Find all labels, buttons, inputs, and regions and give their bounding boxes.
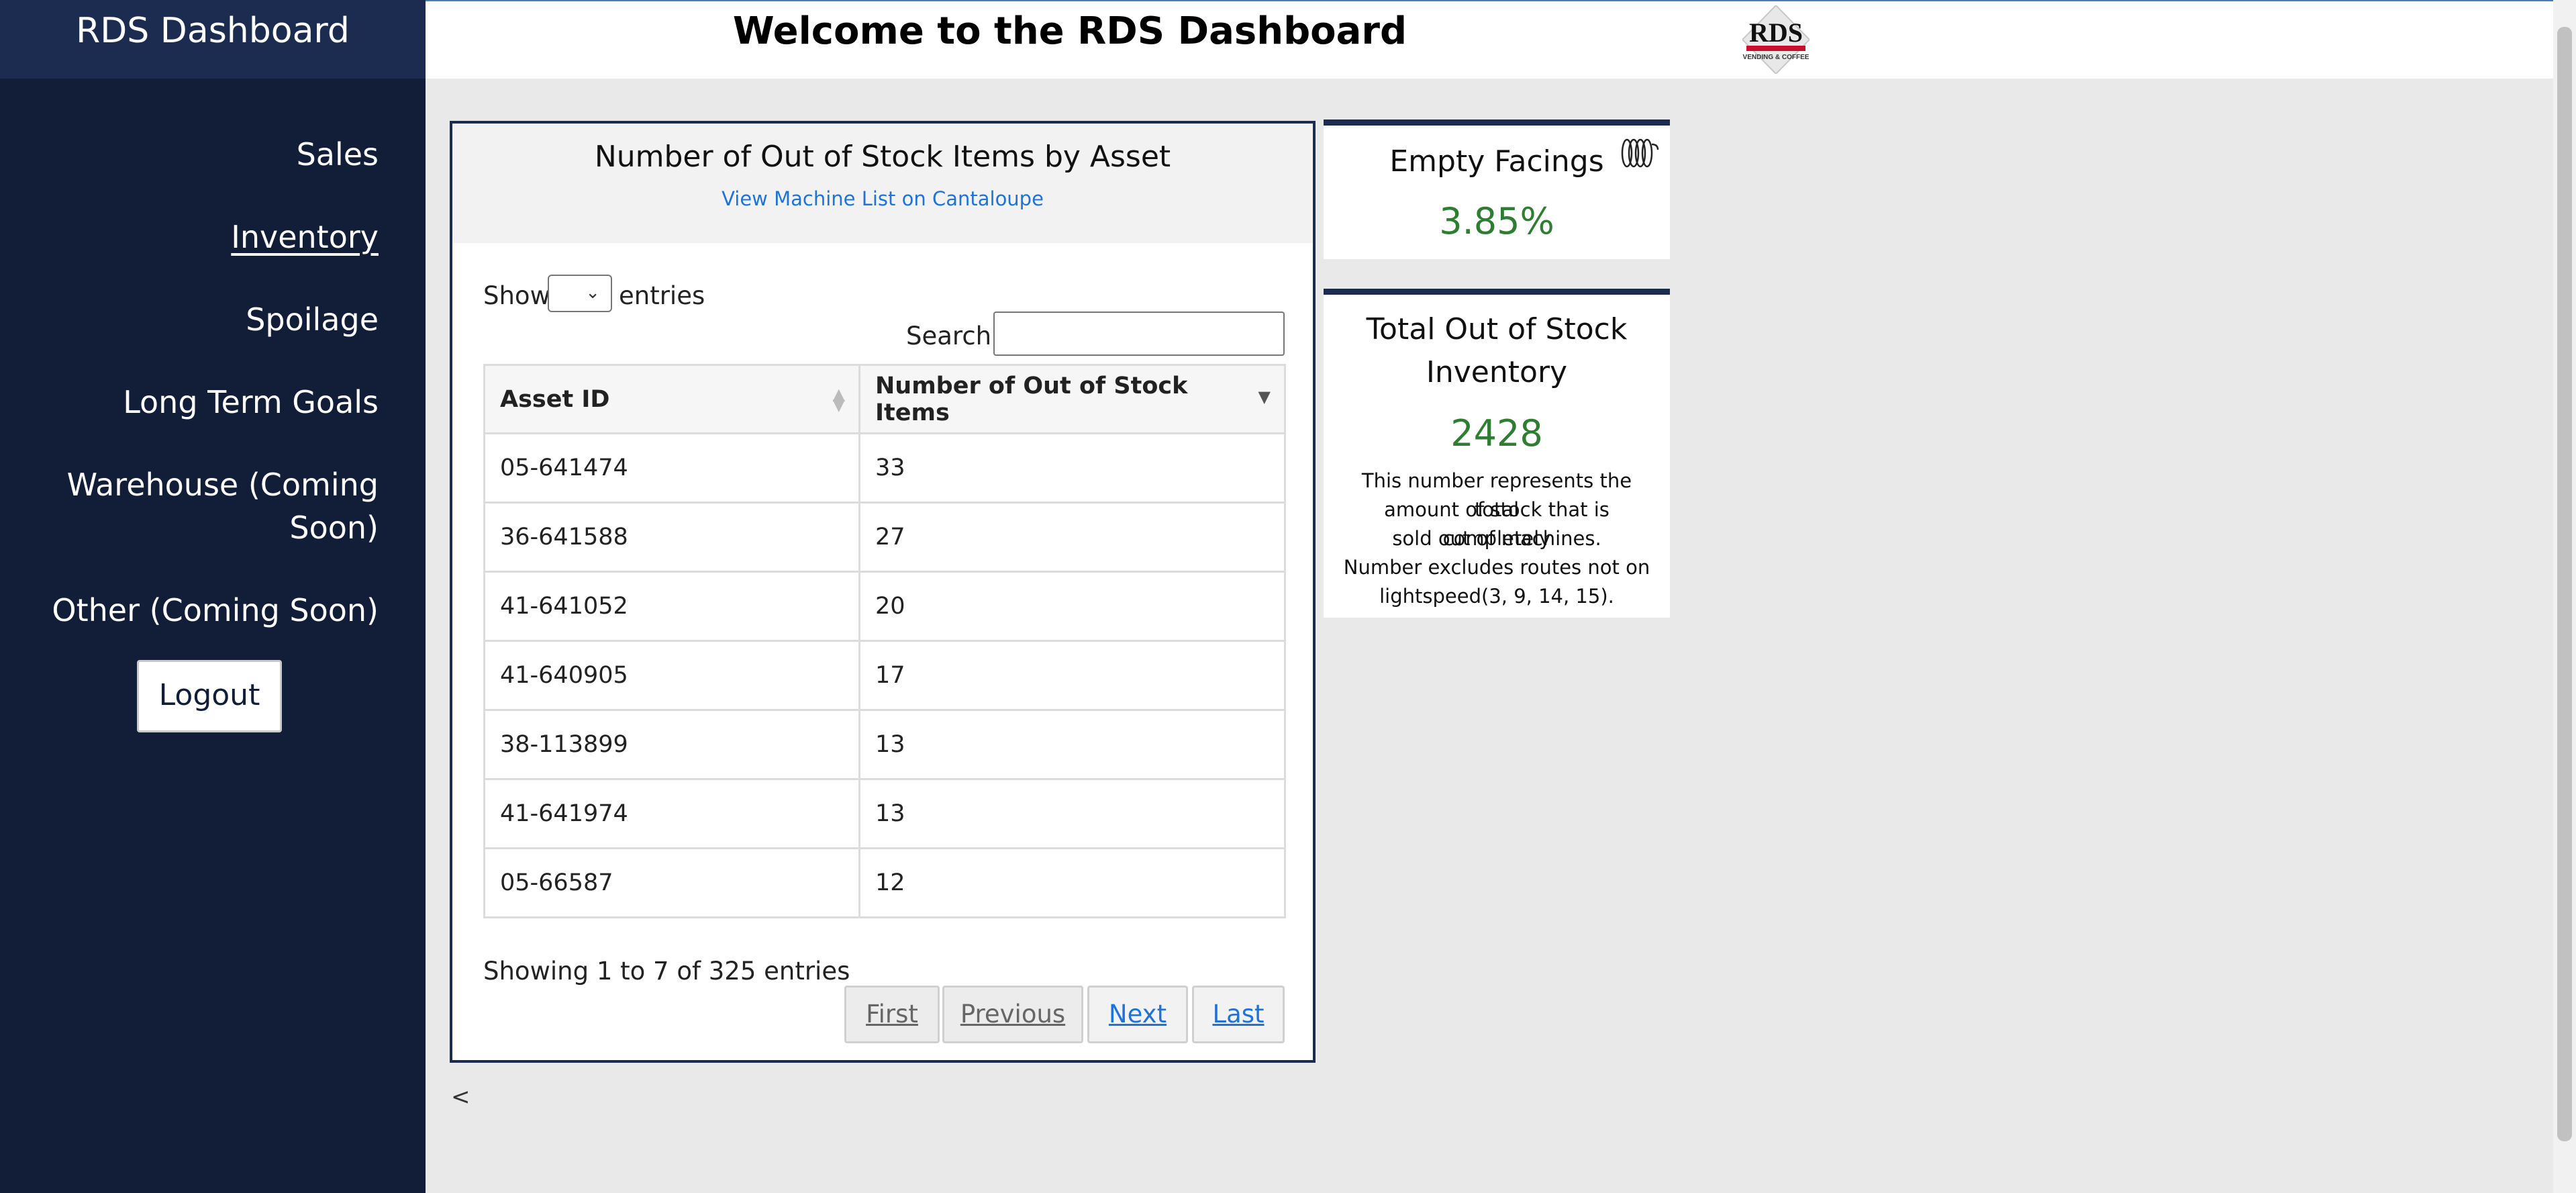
entries-per-page-select[interactable]: ⌄ <box>548 275 612 312</box>
chevron-down-icon: ⌄ <box>585 283 600 303</box>
logo-text: RDS <box>1749 17 1803 48</box>
back-chevron[interactable]: < <box>451 1084 470 1110</box>
search-label: Search: <box>906 322 1000 350</box>
pagination-next-button[interactable]: Next <box>1087 986 1188 1043</box>
sidebar-item-warehouse[interactable]: Warehouse (Coming <box>67 463 379 506</box>
cell-asset-id: 38-113899 <box>483 709 860 780</box>
coil-icon <box>1621 138 1659 168</box>
column-header-out-of-stock-count[interactable]: Number of Out of Stock Items ▼ <box>858 364 1286 434</box>
cell-asset-id: 36-641588 <box>483 502 860 573</box>
table-row: 41-641974 13 <box>483 778 1286 849</box>
cell-count: 33 <box>858 432 1286 504</box>
sidebar-item-inventory[interactable]: Inventory <box>231 216 379 258</box>
entries-label: entries <box>619 281 705 310</box>
search-input[interactable] <box>993 312 1285 356</box>
scrollbar-thumb[interactable] <box>2557 27 2572 1141</box>
total-out-of-stock-title: Total Out of Stock <box>1366 312 1628 346</box>
sidebar-item-other[interactable]: Other (Coming Soon) <box>52 589 379 632</box>
rds-logo: RDS VENDING & COFFEE <box>1742 5 1810 74</box>
page-header: Welcome to the RDS Dashboard RDS VENDING… <box>426 1 2553 79</box>
table-row: 05-66587 12 <box>483 847 1286 918</box>
cell-count: 17 <box>858 640 1286 711</box>
table-row: 05-641474 33 <box>483 432 1286 504</box>
logout-button[interactable]: Logout <box>137 660 282 732</box>
pagination-last-button[interactable]: Last <box>1192 986 1285 1043</box>
empty-facings-card: Empty Facings 3.85% <box>1324 120 1670 259</box>
table-row: 36-641588 27 <box>483 502 1286 573</box>
cell-count: 13 <box>858 778 1286 849</box>
total-out-of-stock-card: Total Out of Stock Inventory 2428 This n… <box>1324 289 1670 618</box>
empty-facings-value: 3.85% <box>1439 200 1554 242</box>
out-of-stock-table: Asset ID ▲ ▼ Number of Out of Stock Items… <box>483 364 1286 918</box>
cell-asset-id: 05-66587 <box>483 847 860 918</box>
out-of-stock-table-panel: Number of Out of Stock Items by Asset Vi… <box>450 121 1316 1063</box>
panel-header: Number of Out of Stock Items by Asset Vi… <box>452 124 1313 243</box>
table-row: 41-640905 17 <box>483 640 1286 711</box>
sidebar-item-spoilage[interactable]: Spoilage <box>246 298 379 341</box>
page-title: Welcome to the RDS Dashboard <box>732 9 1407 53</box>
cantaloupe-link[interactable]: View Machine List on Cantaloupe <box>452 185 1313 212</box>
description-line: lightspeed(3, 9, 14, 15). <box>1379 585 1614 608</box>
panel-title: Number of Out of Stock Items by Asset <box>594 140 1171 174</box>
sidebar-title: RDS Dashboard <box>0 0 426 79</box>
sidebar-item-warehouse-line2[interactable]: Soon) <box>289 506 379 549</box>
show-label: Show <box>483 281 550 310</box>
cell-asset-id: 41-640905 <box>483 640 860 711</box>
empty-facings-title: Empty Facings <box>1389 144 1604 179</box>
cell-count: 20 <box>858 571 1286 642</box>
cell-asset-id: 41-641052 <box>483 571 860 642</box>
cell-count: 13 <box>858 709 1286 780</box>
total-out-of-stock-title-line2: Inventory <box>1426 355 1568 389</box>
cell-asset-id: 05-641474 <box>483 432 860 504</box>
sort-both-icon: ▲ ▼ <box>832 385 845 414</box>
table-row: 41-641052 20 <box>483 571 1286 642</box>
sidebar-item-sales[interactable]: Sales <box>297 133 379 176</box>
total-out-of-stock-value: 2428 <box>1450 412 1543 455</box>
sort-desc-icon: ▼ <box>1258 387 1271 406</box>
logo-subtext: VENDING & COFFEE <box>1743 54 1810 61</box>
cell-asset-id: 41-641974 <box>483 778 860 849</box>
cell-count: 27 <box>858 502 1286 573</box>
pagination-first-button[interactable]: First <box>844 986 940 1043</box>
pagination-previous-button[interactable]: Previous <box>942 986 1083 1043</box>
table-info: Showing 1 to 7 of 325 entries <box>483 957 850 986</box>
sidebar: RDS Dashboard Sales Inventory Spoilage L… <box>0 0 426 1193</box>
column-header-asset-id[interactable]: Asset ID ▲ ▼ <box>483 364 860 434</box>
sidebar-item-long-term-goals[interactable]: Long Term Goals <box>123 381 379 424</box>
table-row: 38-113899 13 <box>483 709 1286 780</box>
description-line: sold out of machines. <box>1392 527 1601 550</box>
description-line: Number excludes routes not on <box>1343 556 1650 579</box>
cell-count: 12 <box>858 847 1286 918</box>
